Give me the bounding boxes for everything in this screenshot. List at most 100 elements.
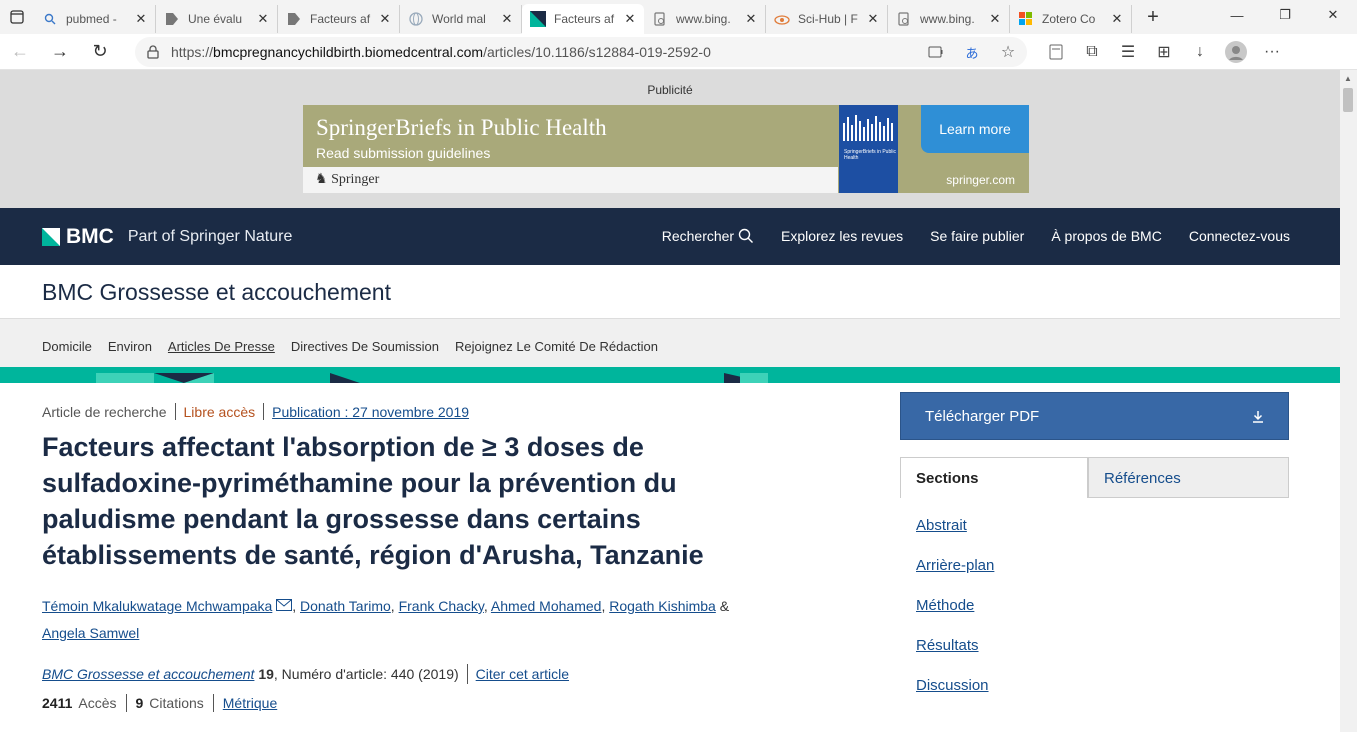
author-link[interactable]: Donath Tarimo — [300, 598, 391, 614]
journal-title-bar: BMC Grossesse et accouchement — [0, 265, 1340, 319]
subnav-submission[interactable]: Directives De Soumission — [291, 339, 439, 354]
accesses-count: 2411 — [42, 695, 73, 711]
nav-login[interactable]: Connectez-vous — [1189, 228, 1290, 244]
browser-tab-active[interactable]: Facteurs af ✕ — [522, 4, 644, 34]
download-pdf-button[interactable]: Télécharger PDF — [900, 392, 1289, 440]
divider — [466, 664, 468, 684]
search-icon — [42, 11, 58, 27]
read-aloud-icon[interactable] — [918, 37, 954, 67]
refresh-button[interactable]: ↻ — [80, 36, 120, 68]
tab-references[interactable]: Références — [1088, 457, 1289, 498]
tab-actions-icon[interactable] — [0, 0, 34, 34]
browser-tab[interactable]: Une évalu ✕ — [156, 5, 278, 33]
profile-avatar[interactable] — [1218, 37, 1254, 67]
book-title: SpringerBriefs in Public Health — [844, 149, 896, 161]
toolbar-actions: ⧉ ☰ ⊞ ↓ ··· — [1038, 37, 1290, 67]
translate-icon[interactable]: あ — [954, 37, 990, 67]
ad-banner[interactable]: SpringerBriefs in Public Health Read sub… — [303, 105, 1029, 193]
page-scrollbar[interactable]: ▲ — [1340, 70, 1357, 732]
publication-date-link[interactable]: Publication : 27 novembre 2019 — [272, 404, 469, 420]
url-actions: あ ☆ — [918, 37, 1026, 67]
close-window-icon[interactable]: ✕ — [1309, 0, 1357, 30]
journal-title[interactable]: BMC Grossesse et accouchement — [42, 279, 391, 306]
subnav-articles[interactable]: Articles De Presse — [168, 339, 275, 354]
tab-label: Sci-Hub | F — [798, 12, 858, 26]
decorative-teal-band — [0, 367, 1340, 383]
browser-tab[interactable]: Zotero Co ✕ — [1010, 5, 1132, 33]
close-tab-icon[interactable]: ✕ — [1109, 11, 1125, 27]
cite-article-link[interactable]: Citer cet article — [476, 666, 569, 682]
learn-more-button[interactable]: Learn more — [921, 105, 1029, 153]
restore-icon[interactable]: ❐ — [1261, 0, 1309, 30]
bmc-logo[interactable]: BMC Part of Springer Nature — [42, 225, 292, 249]
more-menu-icon[interactable]: ··· — [1254, 37, 1290, 67]
scroll-up-icon[interactable]: ▲ — [1344, 74, 1352, 83]
close-tab-icon[interactable]: ✕ — [133, 11, 149, 27]
tab-sections[interactable]: Sections — [900, 457, 1088, 498]
close-tab-icon[interactable]: ✕ — [622, 11, 638, 27]
new-tab-button[interactable]: + — [1138, 2, 1168, 32]
url-field[interactable]: https://bmcpregnancychildbirth.biomedcen… — [135, 37, 1027, 67]
collections-icon[interactable]: ⊞ — [1146, 37, 1182, 67]
ad-url: springer.com — [946, 173, 1015, 187]
close-tab-icon[interactable]: ✕ — [865, 11, 881, 27]
ad-label: Publicité — [647, 83, 693, 97]
springer-logo: ♞ Springer — [315, 171, 379, 188]
section-links: Abstrait Arrière-plan Méthode Résultats … — [916, 517, 994, 717]
bmc-nav: Rechercher Explorez les revues Se faire … — [608, 228, 1290, 244]
back-button[interactable]: ← — [0, 36, 40, 68]
email-icon[interactable] — [276, 599, 293, 611]
volume: 19 — [258, 666, 274, 682]
section-link-results[interactable]: Résultats — [916, 637, 994, 677]
nav-explore-journals[interactable]: Explorez les revues — [781, 228, 903, 244]
nav-about-bmc[interactable]: À propos de BMC — [1051, 228, 1162, 244]
metrics-link[interactable]: Métrique — [223, 695, 277, 711]
nav-get-published[interactable]: Se faire publier — [930, 228, 1024, 244]
accesses-label: Accès — [78, 695, 117, 711]
downloads-icon[interactable]: ↓ — [1182, 37, 1218, 67]
url-host: bmcpregnancychildbirth.biomedcentral.com — [213, 44, 484, 60]
nav-search[interactable]: Rechercher — [635, 228, 754, 244]
extensions-icon[interactable]: ⧉ — [1074, 37, 1110, 67]
author-link[interactable]: Angela Samwel — [42, 625, 139, 641]
subnav-home[interactable]: Domicile — [42, 339, 92, 354]
close-tab-icon[interactable]: ✕ — [987, 11, 1003, 27]
browser-tab[interactable]: Facteurs af ✕ — [278, 5, 400, 33]
browser-tab[interactable]: Sci-Hub | F ✕ — [766, 5, 888, 33]
subnav-about[interactable]: Environ — [108, 339, 152, 354]
favorites-icon[interactable]: ☰ — [1110, 37, 1146, 67]
browser-tab[interactable]: www.bing. ✕ — [644, 5, 766, 33]
nav-search-label: Rechercher — [661, 228, 735, 244]
close-tab-icon[interactable]: ✕ — [255, 11, 271, 27]
close-tab-icon[interactable]: ✕ — [499, 11, 515, 27]
article-number: , Numéro d'article: 440 (2019) — [273, 666, 459, 682]
author-link[interactable]: Frank Chacky — [399, 598, 484, 614]
author-link[interactable]: Témoin Mkalukwatage Mchwampaka — [42, 598, 272, 614]
ad-headline: SpringerBriefs in Public Health — [316, 115, 607, 140]
reading-view-icon[interactable] — [1038, 37, 1074, 67]
sidebar-tabs: Sections Références — [900, 457, 1289, 498]
windows-icon — [1018, 11, 1034, 27]
browser-tab[interactable]: World mal ✕ — [400, 5, 522, 33]
window-controls: — ❐ ✕ — [1213, 0, 1357, 30]
section-link-abstract[interactable]: Abstrait — [916, 517, 994, 557]
scrollbar-thumb[interactable] — [1343, 88, 1353, 112]
minimize-icon[interactable]: — — [1213, 0, 1261, 30]
section-link-background[interactable]: Arrière-plan — [916, 557, 994, 597]
close-tab-icon[interactable]: ✕ — [743, 11, 759, 27]
favorite-add-icon[interactable]: ☆ — [990, 37, 1026, 67]
tab-label: Facteurs af — [310, 12, 371, 26]
author-link[interactable]: Ahmed Mohamed — [491, 598, 602, 614]
journal-link[interactable]: BMC Grossesse et accouchement — [42, 666, 254, 682]
browser-tab[interactable]: www.bing. ✕ — [888, 5, 1010, 33]
section-link-methods[interactable]: Méthode — [916, 597, 994, 637]
author-link[interactable]: Rogath Kishimba — [609, 598, 716, 614]
subnav-editorial-board[interactable]: Rejoignez Le Comité De Rédaction — [455, 339, 658, 354]
tab-label: www.bing. — [920, 12, 975, 26]
close-tab-icon[interactable]: ✕ — [377, 11, 393, 27]
doc-icon — [896, 11, 912, 27]
lock-icon[interactable] — [135, 45, 171, 59]
section-link-discussion[interactable]: Discussion — [916, 677, 994, 717]
forward-button[interactable]: → — [40, 36, 80, 68]
browser-tab[interactable]: pubmed - ✕ — [34, 5, 156, 33]
